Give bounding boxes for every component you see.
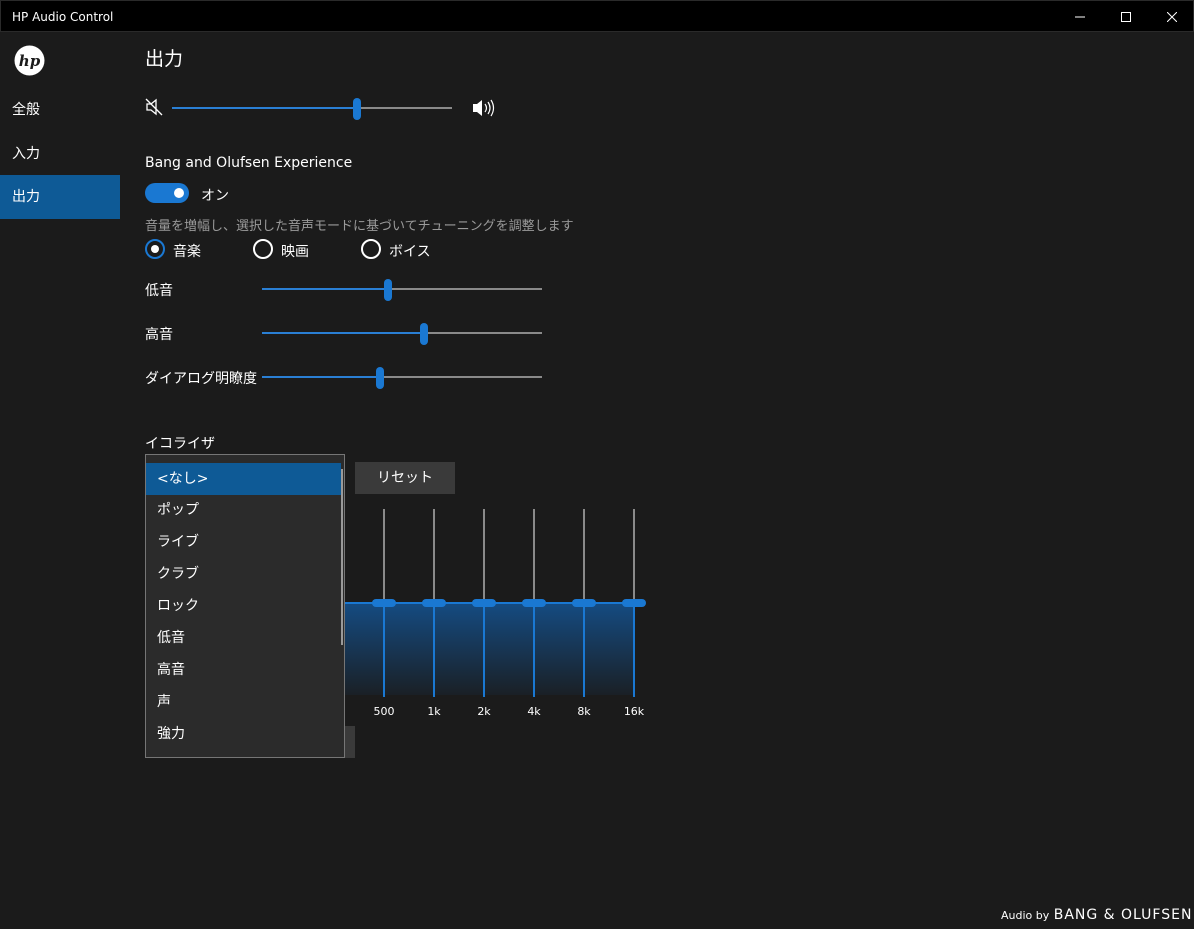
minimize-icon bbox=[1075, 16, 1085, 18]
preset-option-none[interactable]: <なし> bbox=[146, 463, 341, 495]
page-title: 出力 bbox=[145, 48, 184, 70]
preset-option-powerful[interactable]: 強力 bbox=[146, 718, 341, 750]
dialog-clarity-slider-fill bbox=[262, 376, 380, 378]
sidebar-item-output[interactable]: 出力 bbox=[0, 175, 120, 219]
equalizer-bands: 500 1k 2k 4k 8k 16k bbox=[345, 505, 665, 725]
treble-slider-fill bbox=[262, 332, 425, 334]
equalizer-label: イコライザ bbox=[145, 436, 215, 452]
eq-band-knob[interactable] bbox=[522, 599, 546, 607]
eq-band-4k[interactable] bbox=[522, 505, 546, 697]
eq-band-knob[interactable] bbox=[472, 599, 496, 607]
bang-olufsen-logo: BANG & OLUFSEN bbox=[1053, 907, 1193, 923]
preset-option-voice[interactable]: 声 bbox=[146, 686, 341, 718]
reset-button[interactable]: リセット bbox=[355, 462, 455, 494]
audio-by-text: Audio by bbox=[1001, 909, 1050, 922]
preset-option-treble[interactable]: 高音 bbox=[146, 654, 341, 686]
sidebar: hp 全般 入力 出力 bbox=[0, 32, 120, 929]
footer-brand: Audio by BANG & OLUFSEN bbox=[1001, 907, 1192, 923]
preset-option-club[interactable]: クラブ bbox=[146, 558, 341, 590]
bo-description: 音量を増幅し、選択した音声モードに基づいてチューニングを調整します bbox=[145, 219, 574, 234]
eq-band-knob[interactable] bbox=[572, 599, 596, 607]
treble-label: 高音 bbox=[145, 327, 173, 343]
eq-band-knob[interactable] bbox=[372, 599, 396, 607]
radio-movie-label[interactable]: 映画 bbox=[281, 241, 309, 261]
volume-slider-fill bbox=[172, 107, 357, 109]
preset-option-pop[interactable]: ポップ bbox=[146, 494, 341, 526]
bo-experience-toggle[interactable] bbox=[145, 183, 189, 203]
mute-icon[interactable] bbox=[145, 98, 163, 120]
toggle-knob bbox=[174, 188, 184, 198]
volume-slider[interactable] bbox=[172, 98, 452, 120]
dialog-clarity-label: ダイアログ明瞭度 bbox=[145, 371, 257, 387]
maximize-button[interactable] bbox=[1103, 1, 1149, 33]
eq-band-16k[interactable] bbox=[622, 505, 646, 697]
bass-label: 低音 bbox=[145, 283, 173, 299]
radio-movie[interactable] bbox=[253, 239, 273, 259]
sidebar-item-general[interactable]: 全般 bbox=[0, 88, 120, 132]
dialog-clarity-slider-thumb[interactable] bbox=[375, 367, 384, 389]
dialog-clarity-slider[interactable] bbox=[262, 367, 542, 389]
radio-voice-label[interactable]: ボイス bbox=[389, 241, 431, 261]
toggle-state-label: オン bbox=[201, 188, 229, 204]
bo-experience-label: Bang and Olufsen Experience bbox=[145, 155, 353, 171]
treble-slider-thumb[interactable] bbox=[420, 323, 429, 345]
window-title: HP Audio Control bbox=[12, 10, 114, 24]
eq-freq-label: 4k bbox=[527, 705, 541, 718]
preset-option-rock[interactable]: ロック bbox=[146, 590, 341, 622]
eq-freq-label: 1k bbox=[427, 705, 441, 718]
title-bar: HP Audio Control bbox=[0, 0, 1194, 32]
eq-band-knob[interactable] bbox=[422, 599, 446, 607]
sidebar-item-input[interactable]: 入力 bbox=[0, 132, 120, 176]
close-icon bbox=[1167, 12, 1177, 22]
eq-freq-label: 500 bbox=[373, 705, 395, 718]
preset-dropdown-list[interactable]: <なし> ポップ ライブ クラブ ロック 低音 高音 声 強力 bbox=[145, 454, 345, 758]
eq-band-1k[interactable] bbox=[422, 505, 446, 697]
preset-option-live[interactable]: ライブ bbox=[146, 526, 341, 558]
preset-option-bass[interactable]: 低音 bbox=[146, 622, 341, 654]
speaker-icon bbox=[471, 97, 499, 123]
close-button[interactable] bbox=[1149, 1, 1194, 33]
hp-logo-icon: hp bbox=[14, 45, 45, 76]
radio-music-label[interactable]: 音楽 bbox=[173, 241, 201, 261]
bass-slider-fill bbox=[262, 288, 388, 290]
svg-text:hp: hp bbox=[19, 52, 41, 70]
eq-band-knob[interactable] bbox=[622, 599, 646, 607]
maximize-icon bbox=[1121, 12, 1131, 22]
eq-freq-label: 8k bbox=[577, 705, 591, 718]
bass-slider-thumb[interactable] bbox=[384, 279, 392, 301]
eq-band-8k[interactable] bbox=[572, 505, 596, 697]
volume-slider-thumb[interactable] bbox=[352, 98, 361, 120]
minimize-button[interactable] bbox=[1057, 1, 1103, 33]
eq-freq-label: 2k bbox=[477, 705, 491, 718]
treble-slider[interactable] bbox=[262, 323, 542, 345]
radio-voice[interactable] bbox=[361, 239, 381, 259]
eq-freq-label: 16k bbox=[623, 705, 645, 718]
eq-band-2k[interactable] bbox=[472, 505, 496, 697]
eq-band-500[interactable] bbox=[372, 505, 396, 697]
dropdown-scrollbar[interactable] bbox=[341, 469, 343, 645]
bass-slider[interactable] bbox=[262, 279, 542, 301]
radio-music[interactable] bbox=[145, 239, 165, 259]
